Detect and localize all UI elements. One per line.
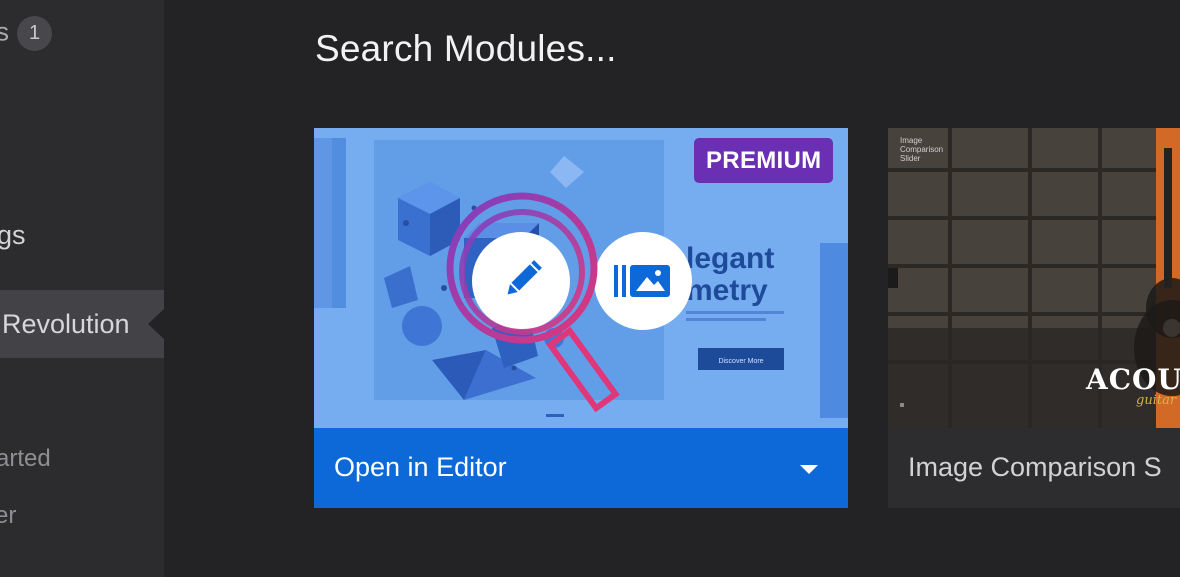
sidebar-item-active-label: Revolution <box>2 309 130 339</box>
premium-badge: PREMIUM <box>694 138 834 183</box>
active-indicator-arrow <box>148 309 164 339</box>
media-library-icon <box>614 265 670 297</box>
edit-module-button[interactable] <box>472 232 570 330</box>
thumbnail-small-title: Image Comparison Slider <box>900 136 944 163</box>
sidebar-item-settings[interactable]: gs <box>0 220 26 251</box>
sidebar: s1 gs Revolution arted er <box>0 0 164 577</box>
notification-badge: 1 <box>17 16 52 51</box>
module-card-2[interactable]: Image Comparison Slider ACOUTR guitar Im… <box>888 128 1180 508</box>
thumbnail-text-1: legant <box>686 242 774 275</box>
sidebar-subitem-2[interactable]: er <box>0 502 16 530</box>
open-in-editor-bar[interactable]: Open in Editor <box>314 428 848 508</box>
thumbnail-discover-button: Discover More <box>718 358 763 365</box>
module-card-1[interactable]: legant metry Discover More PREMIUM Open … <box>314 128 848 508</box>
module-card-2-label: Image Comparison S <box>908 452 1162 482</box>
sidebar-item-top[interactable]: s1 <box>0 16 52 51</box>
caret-down-icon[interactable] <box>800 465 818 474</box>
page-title: Search Modules... <box>315 28 617 69</box>
thumbnail-title: ACOUTR <box>1086 363 1180 396</box>
sidebar-subitem-getting-started[interactable]: arted <box>0 445 51 473</box>
pencil-icon <box>507 260 542 295</box>
sidebar-item-top-label: s <box>0 16 9 47</box>
thumbnail-text-2: metry <box>686 274 768 307</box>
module-thumbnail-2: Image Comparison Slider ACOUTR guitar <box>888 128 1180 428</box>
open-in-editor-label: Open in Editor <box>334 452 507 482</box>
media-library-button[interactable] <box>594 232 692 330</box>
sidebar-item-slider-revolution[interactable]: Revolution <box>0 290 164 358</box>
module-thumbnail-1: legant metry Discover More PREMIUM <box>314 128 848 428</box>
thumbnail-subtitle: guitar <box>1136 393 1177 408</box>
